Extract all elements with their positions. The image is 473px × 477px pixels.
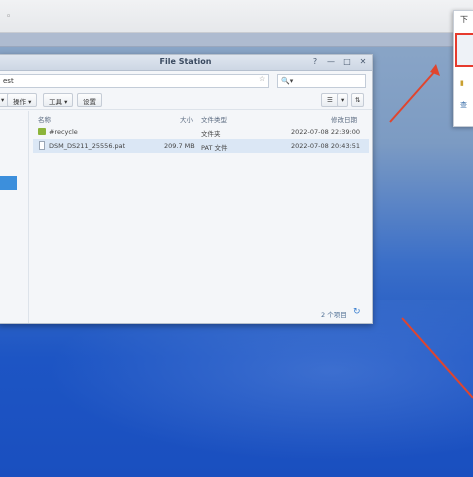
file-modified: 2022-07-08 22:39:00 [291, 128, 361, 136]
column-name[interactable]: 名称 [38, 114, 51, 124]
file-size: 209.7 MB [164, 142, 195, 150]
column-type[interactable]: 文件类型 [201, 114, 227, 124]
refresh-icon[interactable]: ↻ [353, 307, 361, 317]
file-type: 文件夹 [201, 130, 221, 138]
view-dropdown-icon[interactable]: ▾ [337, 93, 349, 107]
table-row[interactable]: #recycle 文件夹 2022-07-08 22:39:00 [33, 125, 369, 139]
arrow-to-menu [389, 69, 437, 123]
address-bar: est ☆ 🔍▾ [0, 71, 372, 91]
menu-icon[interactable]: ◦ [6, 12, 11, 22]
window-titlebar[interactable]: File Station ? — □ ✕ [0, 55, 372, 71]
file-name: #recycle [49, 128, 78, 136]
close-icon[interactable]: ✕ [357, 57, 369, 66]
folder-icon [38, 128, 46, 135]
highlighted-menu-item[interactable] [455, 33, 473, 67]
sidebar [0, 111, 29, 323]
sidebar-selected-item[interactable] [0, 176, 17, 190]
item-count: 2 个项目 [321, 311, 347, 319]
menu-title: 下 [460, 15, 468, 24]
status-bar: 2 个项目 ↻ [0, 307, 369, 323]
favorite-icon[interactable]: ☆ [259, 75, 265, 83]
menu-item-folder[interactable]: ▮ [460, 79, 464, 87]
help-icon[interactable]: ? [309, 57, 321, 66]
path-field[interactable]: est [0, 74, 269, 88]
file-type: PAT 文件 [201, 144, 228, 152]
action-button[interactable]: 操作 ▾ [7, 93, 38, 107]
minimize-icon[interactable]: — [325, 57, 337, 66]
sort-icon[interactable]: ⇅ [351, 93, 365, 107]
column-header-row: 名称 大小 文件类型 修改日期 [33, 111, 369, 125]
column-modified[interactable]: 修改日期 [331, 114, 357, 124]
toolbar: ▾ 操作 ▾ 工具 ▾ 设置 ☰ ▾ ⇅ [0, 91, 372, 110]
file-modified: 2022-07-08 20:43:51 [291, 142, 361, 150]
taskbar-strip [0, 33, 473, 47]
settings-button[interactable]: 设置 [77, 93, 102, 107]
file-name: DSM_DS211_25556.pat [49, 142, 126, 150]
table-row[interactable]: DSM_DS211_25556.pat 209.7 MB PAT 文件 2022… [33, 139, 369, 153]
context-menu: 下 ▮ 查 [453, 10, 473, 127]
file-icon [39, 141, 45, 150]
search-input[interactable]: 🔍▾ [277, 74, 366, 88]
arrowhead-icon [430, 64, 440, 76]
maximize-icon[interactable]: □ [341, 57, 353, 66]
file-list: 名称 大小 文件类型 修改日期 #recycle 文件夹 2022-07-08 … [33, 111, 369, 323]
menu-item-view[interactable]: 查 [460, 100, 467, 110]
topbar: ◦ [0, 0, 473, 33]
desktop-background [0, 300, 473, 477]
file-station-window: File Station ? — □ ✕ est ☆ 🔍▾ ▾ 操作 ▾ 工具 … [0, 54, 373, 324]
tools-button[interactable]: 工具 ▾ [43, 93, 74, 107]
column-size[interactable]: 大小 [180, 114, 193, 124]
